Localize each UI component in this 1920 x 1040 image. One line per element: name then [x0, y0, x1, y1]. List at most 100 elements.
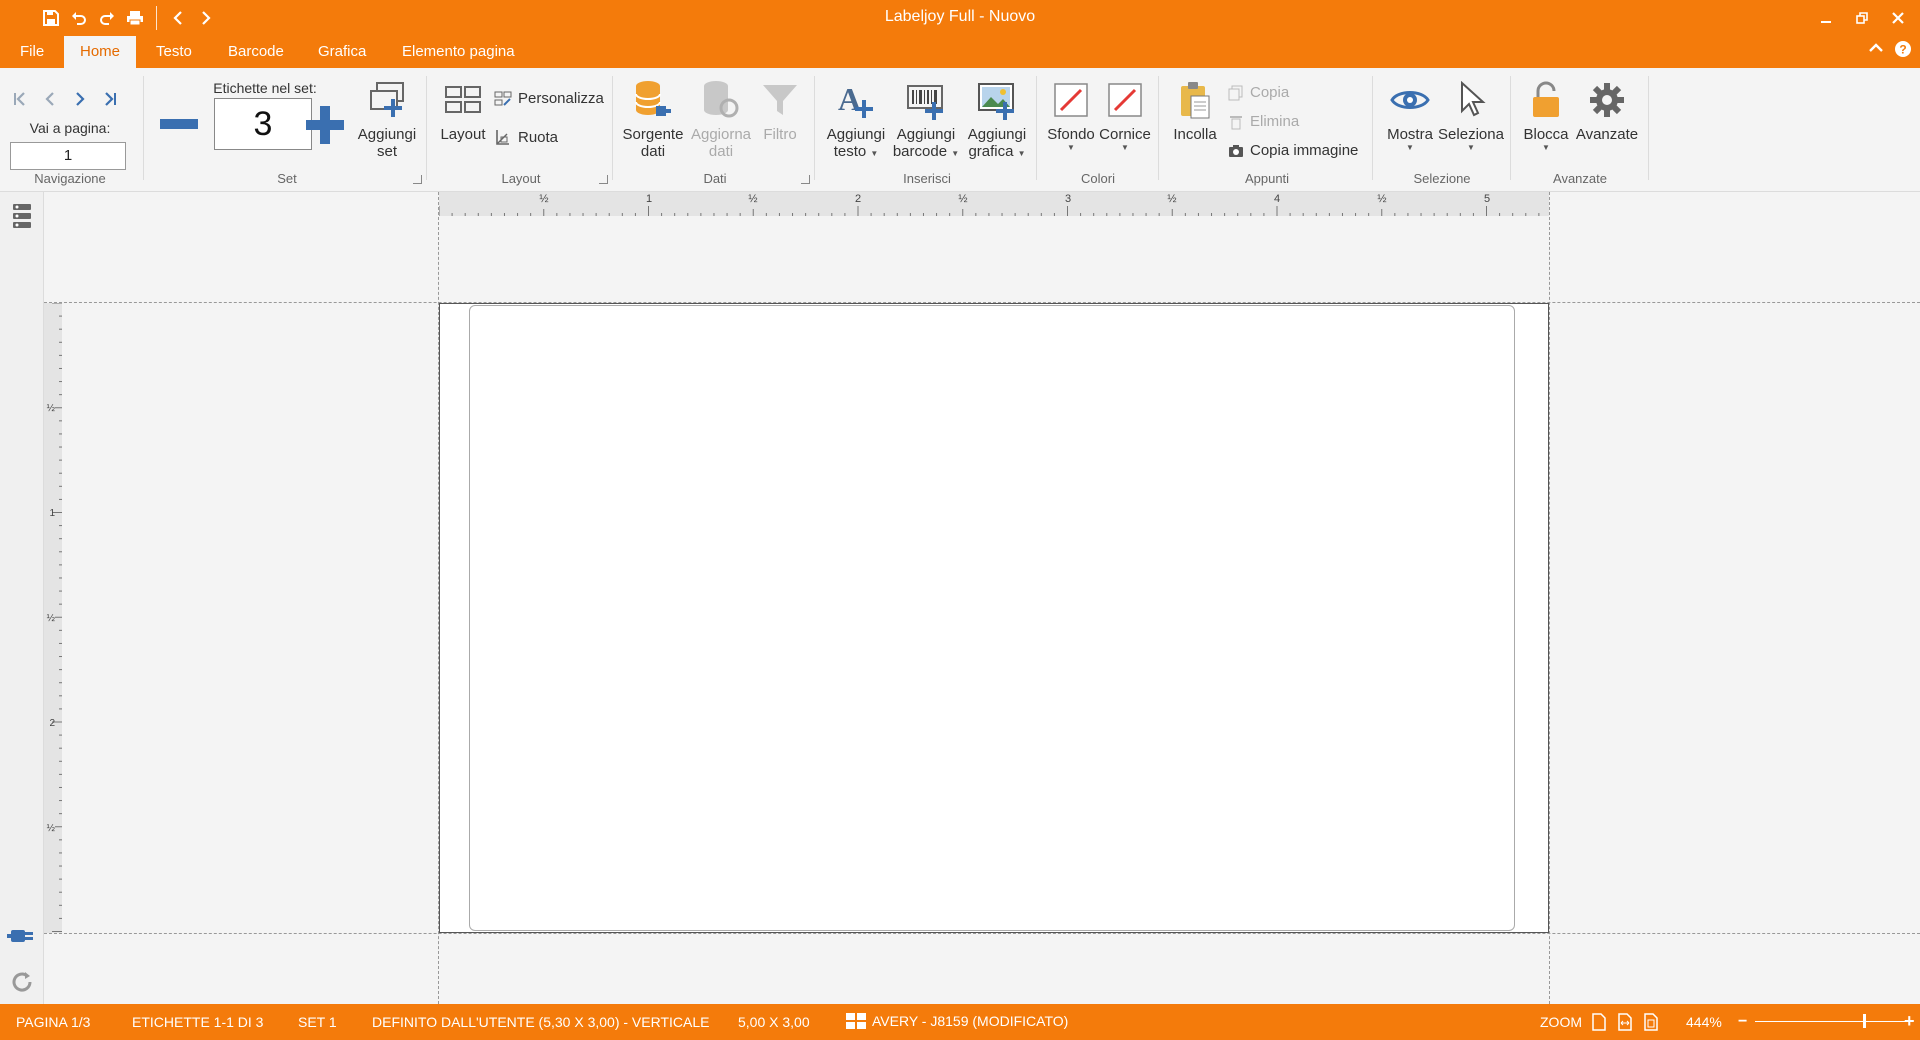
- zoom-out-icon[interactable]: −: [1738, 1013, 1747, 1031]
- zoom-fit-page-icon[interactable]: [1644, 1013, 1658, 1034]
- close-icon[interactable]: [1884, 6, 1912, 30]
- elimina-button[interactable]: Elimina: [1228, 113, 1299, 130]
- copia-button[interactable]: Copia: [1228, 84, 1289, 101]
- add-set-button[interactable]: Aggiungi set: [352, 78, 422, 160]
- aggiorna-dati-button[interactable]: Aggiorna dati: [686, 78, 756, 160]
- blocca-button[interactable]: Blocca ▼: [1518, 78, 1574, 153]
- last-page-icon[interactable]: [98, 88, 122, 110]
- data-source-icon: [631, 78, 675, 122]
- set-dialog-launcher-icon[interactable]: [413, 175, 422, 184]
- group-dati: Sorgente dati Aggiorna dati Filtro Dati: [618, 76, 812, 188]
- aggiungi-testo-button[interactable]: A Aggiungi testo ▼: [822, 78, 890, 160]
- horizontal-ruler: ½ 1 ½ 2 ½ 3 ½ 4 ½ 5: [439, 192, 1549, 216]
- group-separator: [1158, 76, 1159, 180]
- group-avanzate: Blocca ▼ Avanzate Avanzate: [1516, 76, 1644, 188]
- add-set-icon: [365, 78, 409, 122]
- tab-file[interactable]: File: [4, 36, 60, 68]
- ruler-label: 2: [855, 193, 861, 205]
- ruota-button[interactable]: Ruota: [494, 128, 558, 146]
- sorgente-dati-button[interactable]: Sorgente dati: [618, 78, 688, 160]
- group-label: Set: [277, 171, 297, 186]
- refresh-icon[interactable]: [6, 966, 38, 998]
- zoom-in-icon[interactable]: +: [1904, 1011, 1915, 1032]
- refresh-data-icon: [699, 78, 743, 122]
- layout-button[interactable]: Layout: [438, 78, 488, 143]
- menu-right-controls: ?: [1868, 40, 1912, 61]
- page-sheet: [439, 303, 1549, 933]
- dati-dialog-launcher-icon[interactable]: [801, 175, 810, 184]
- group-colori: Sfondo ▼ Cornice ▼ Colori: [1042, 76, 1154, 188]
- camera-icon: [1229, 144, 1243, 157]
- data-source-plug-icon[interactable]: [6, 920, 38, 952]
- group-inserisci: A Aggiungi testo ▼ Aggiungi barcode ▼ Ag…: [820, 76, 1034, 188]
- dropdown-caret-icon: ▼: [1067, 143, 1075, 152]
- group-appunti: Incolla Copia Elimina Copia immagine App…: [1164, 76, 1370, 188]
- avanzate-button[interactable]: Avanzate: [1572, 78, 1642, 143]
- zoom-value: 444%: [1686, 1014, 1722, 1030]
- labels-in-set-label: Etichette nel set:: [213, 80, 317, 96]
- tab-home[interactable]: Home: [64, 36, 137, 68]
- tab-grafica[interactable]: Grafica: [302, 36, 382, 68]
- group-separator: [814, 76, 815, 180]
- page-status: PAGINA 1/3: [16, 1014, 91, 1030]
- sheet-status[interactable]: AVERY - J8159 (MODIFICATO): [846, 1013, 1068, 1029]
- customize-icon: [494, 91, 512, 106]
- copia-immagine-button[interactable]: Copia immagine: [1228, 142, 1358, 159]
- group-label: Navigazione: [34, 171, 106, 186]
- decrease-icon[interactable]: [160, 118, 198, 134]
- personalizza-button[interactable]: Personalizza: [494, 90, 604, 107]
- layout-dialog-launcher-icon[interactable]: [599, 175, 608, 184]
- group-separator: [1648, 76, 1649, 180]
- label-design-area[interactable]: [469, 305, 1515, 931]
- menu-bar: File Home Testo Barcode Grafica Elemento…: [0, 36, 1920, 68]
- group-separator: [1036, 76, 1037, 180]
- aggiungi-grafica-button[interactable]: Aggiungi grafica ▼: [962, 78, 1032, 160]
- seleziona-button[interactable]: Seleziona ▼: [1438, 78, 1504, 153]
- next-page-icon[interactable]: [68, 88, 92, 110]
- vertical-ruler: ½ 1 ½ 2 ½: [44, 303, 62, 933]
- sheet-grid-icon: [846, 1013, 866, 1029]
- group-label: Inserisci: [903, 171, 951, 186]
- delete-icon: [1230, 115, 1242, 129]
- page-number-input[interactable]: 1: [10, 142, 126, 170]
- window-title: Labeljoy Full - Nuovo: [884, 8, 1036, 25]
- zoom-page-icon[interactable]: [1592, 1013, 1606, 1034]
- incolla-button[interactable]: Incolla: [1166, 78, 1224, 143]
- dropdown-caret-icon: ▼: [951, 149, 960, 158]
- filtro-button[interactable]: Filtro: [752, 78, 808, 143]
- labels-in-set-input[interactable]: 3: [214, 98, 312, 150]
- window-controls: [1812, 6, 1912, 30]
- lock-icon: [1524, 78, 1568, 122]
- first-page-icon[interactable]: [8, 88, 32, 110]
- ruler-label: ½: [539, 193, 548, 205]
- tab-elemento-pagina[interactable]: Elemento pagina: [386, 36, 531, 68]
- zoom-slider-thumb[interactable]: [1863, 1014, 1866, 1028]
- minimize-icon[interactable]: [1812, 6, 1840, 30]
- help-icon[interactable]: ?: [1894, 40, 1912, 61]
- tab-testo[interactable]: Testo: [140, 36, 208, 68]
- add-barcode-icon: [904, 78, 948, 122]
- group-selezione: Mostra ▼ Seleziona ▼ Selezione: [1378, 76, 1506, 188]
- tab-barcode[interactable]: Barcode: [212, 36, 300, 68]
- zoom-slider-track[interactable]: [1755, 1021, 1905, 1022]
- restore-icon[interactable]: [1848, 6, 1876, 30]
- collapse-ribbon-icon[interactable]: [1868, 40, 1884, 61]
- mostra-button[interactable]: Mostra ▼: [1380, 78, 1440, 153]
- zoom-label: ZOOM: [1540, 1014, 1582, 1030]
- design-canvas[interactable]: ½ 1 ½ 2 ½ 3 ½ 4 ½ 5 ½ 1 ½ 2 ½: [44, 192, 1920, 1004]
- rotate-icon: [496, 130, 509, 145]
- set-status: SET 1: [298, 1014, 337, 1030]
- svg-text:A: A: [838, 81, 861, 117]
- zoom-fit-width-icon[interactable]: [1618, 1013, 1632, 1034]
- page-nav-buttons: [8, 88, 122, 110]
- ruler-label: ½: [47, 613, 56, 624]
- ruler-label: ½: [1167, 193, 1176, 205]
- ruler-label: ½: [1377, 193, 1386, 205]
- cornice-button[interactable]: Cornice ▼: [1098, 78, 1152, 153]
- increase-icon[interactable]: [306, 106, 344, 147]
- prev-page-icon[interactable]: [38, 88, 62, 110]
- layers-panel-icon[interactable]: [6, 200, 38, 232]
- aggiungi-barcode-button[interactable]: Aggiungi barcode ▼: [890, 78, 962, 160]
- paste-icon: [1173, 78, 1217, 122]
- sfondo-button[interactable]: Sfondo ▼: [1044, 78, 1098, 153]
